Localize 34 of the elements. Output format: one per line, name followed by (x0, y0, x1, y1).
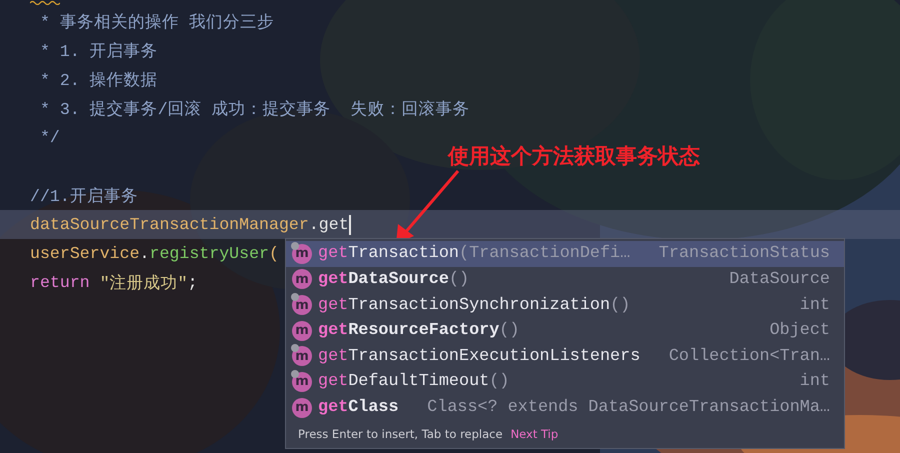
code-token: */ (38, 128, 60, 147)
method-icon: m (292, 269, 312, 290)
code-token: . (140, 244, 150, 263)
code-token: * 1. 开启事务 (38, 40, 158, 62)
code-token: //1.开启事务 (30, 186, 138, 206)
completion-item[interactable]: m getTransaction(TransactionDefi… TransactionStatus (286, 241, 844, 267)
completion-item[interactable]: m getTransactionSynchronization() int (286, 292, 844, 318)
code-token: userService (30, 244, 140, 263)
text-caret (348, 214, 351, 234)
next-tip-link[interactable]: Next Tip (510, 427, 558, 442)
code-token: * 事务相关的操作 我们分三步 (38, 12, 274, 32)
completion-item[interactable]: m getDataSource() DataSource (286, 266, 844, 292)
completion-item[interactable]: m getResourceFactory() Object (286, 318, 844, 344)
code-token: return (30, 273, 90, 292)
annotation-text: 使用这个方法获取事务状态 (448, 143, 700, 170)
hint-text: Press Enter to insert, Tab to replace (298, 427, 503, 442)
code-token: * 3. 提交事务/回滚 成功：提交事务 失败：回滚事务 (38, 98, 470, 120)
method-icon: m (292, 295, 312, 316)
code-token: .get (308, 215, 349, 234)
warning-squiggle (30, 0, 60, 5)
method-icon: m (292, 320, 312, 341)
method-icon: m (292, 372, 312, 392)
method-icon: m (292, 346, 312, 366)
completion-item[interactable]: m getClass Class<? extends DataSourceTransactionMa… (286, 394, 844, 420)
code-token: dataSourceTransactionManager (30, 215, 309, 234)
code-token: * 2. 操作数据 (38, 70, 158, 90)
code-token: ( (269, 244, 279, 263)
code-token: ; (188, 273, 198, 292)
completion-item[interactable]: m getDefaultTimeout() int (286, 369, 844, 395)
method-icon: m (292, 398, 312, 418)
method-icon: m (292, 244, 312, 264)
completion-item[interactable]: m getTransactionExecutionListeners Collection<Tran… (286, 344, 844, 370)
code-token: "注册成功" (98, 272, 188, 294)
code-token: registryUser (150, 244, 270, 263)
